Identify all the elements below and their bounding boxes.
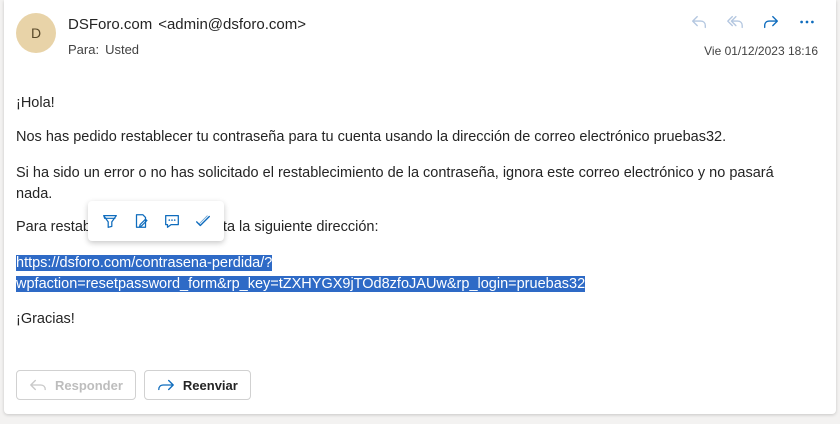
- paragraph-ignore: Si ha sido un error o no has solicitado …: [16, 165, 774, 202]
- paragraph-request: Nos has pedido restablecer tu contraseña…: [16, 129, 727, 145]
- reply-button-label: Responder: [55, 377, 123, 393]
- email-reading-pane: D DSForo.com <admin@dsforo.com> Para: Uste…: [4, 0, 836, 414]
- reply-icon[interactable]: [684, 10, 714, 34]
- to-label: Para:: [68, 42, 100, 57]
- instructions-end: visita la siguiente dirección:: [201, 219, 379, 235]
- check-icon[interactable]: [190, 208, 216, 234]
- avatar[interactable]: D: [16, 13, 56, 53]
- header-actions: [684, 10, 822, 34]
- forward-button[interactable]: Reenviar: [143, 370, 251, 400]
- greeting-text: ¡Hola!: [16, 95, 55, 111]
- reply-actions: Responder Reenviar: [16, 370, 251, 400]
- forward-button-label: Reenviar: [182, 377, 238, 393]
- selection-toolbar: [88, 201, 224, 241]
- message-date: Vie 01/12/2023 18:16: [704, 44, 818, 58]
- reset-link-line-2[interactable]: wpfaction=resetpassword_form&rp_key=tZXH…: [16, 276, 586, 292]
- instructions-start: Para restab: [16, 219, 91, 235]
- forward-icon: [158, 379, 174, 391]
- recipient-line: Para: Usted: [68, 42, 139, 57]
- sender-line: DSForo.com <admin@dsforo.com>: [68, 16, 306, 33]
- reply-all-icon[interactable]: [720, 10, 750, 34]
- more-icon[interactable]: [792, 10, 822, 34]
- forward-icon[interactable]: [756, 10, 786, 34]
- sender-email: <admin@dsforo.com>: [158, 16, 306, 33]
- reset-link[interactable]: https://dsforo.com/contrasena-perdida/? …: [16, 253, 586, 295]
- reply-button[interactable]: Responder: [16, 370, 136, 400]
- reset-link-line-1[interactable]: https://dsforo.com/contrasena-perdida/?: [16, 255, 273, 271]
- sender-name[interactable]: DSForo.com: [68, 16, 152, 33]
- reply-icon: [30, 379, 46, 391]
- to-value[interactable]: Usted: [105, 42, 139, 57]
- highlight-icon[interactable]: [97, 208, 123, 234]
- note-icon[interactable]: [128, 208, 154, 234]
- thanks-text: ¡Gracias!: [16, 311, 75, 327]
- comment-icon[interactable]: [159, 208, 185, 234]
